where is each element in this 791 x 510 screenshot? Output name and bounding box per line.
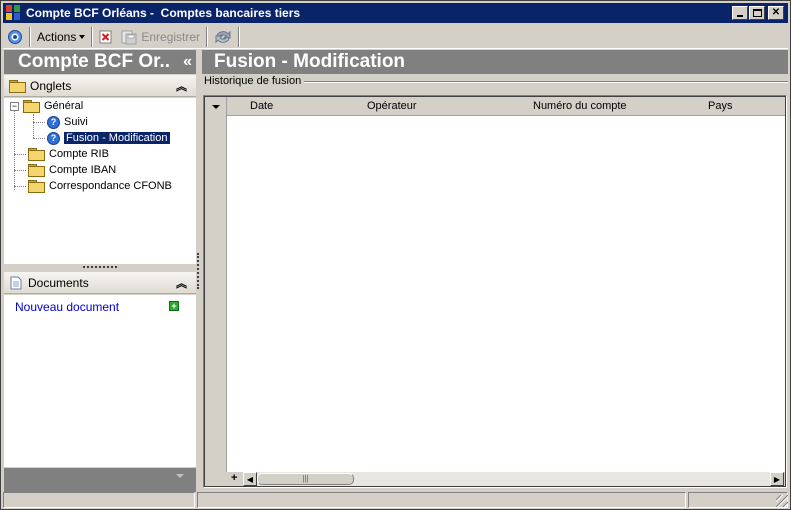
history-group-label: Historique de fusion [204, 75, 305, 87]
documents-section-header[interactable]: Documents ︽ [4, 272, 196, 294]
tabs-tree: − Général ? Suivi ? Fusion - Modificatio… [4, 98, 196, 264]
app-icon [6, 5, 22, 21]
scroll-thumb[interactable]: ||| [257, 473, 354, 485]
collapse-left-panel-button[interactable]: « [183, 50, 192, 74]
sync-icon [215, 30, 231, 43]
toolbar-separator [206, 26, 209, 47]
collapse-section-icon[interactable]: ︽ [176, 275, 187, 291]
close-button[interactable]: ✕ [768, 6, 784, 20]
status-cell [3, 492, 195, 508]
save-button[interactable]: Enregistrer [117, 26, 204, 48]
left-panel-title: Compte BCF Or.. « [4, 50, 196, 74]
chevron-down-icon[interactable] [176, 474, 184, 478]
status-bar [3, 492, 790, 509]
scroll-left-button[interactable]: ◀ [243, 472, 257, 486]
status-cell [688, 492, 788, 508]
status-cell [197, 492, 686, 508]
tabs-section-header[interactable]: Onglets ︽ [4, 75, 196, 97]
folder-icon [28, 164, 45, 177]
refresh-button[interactable] [3, 26, 27, 48]
tree-node-fusion[interactable]: ? Fusion - Modification [47, 130, 171, 146]
help-icon: ? [47, 131, 60, 145]
column-header-date[interactable]: Date [250, 100, 273, 112]
folder-icon [9, 79, 26, 93]
toolbar-separator [91, 26, 94, 47]
vertical-splitter-grip[interactable] [197, 253, 200, 289]
tree-node-correspondance[interactable]: Correspondance CFONB [28, 178, 172, 194]
collapse-node-icon[interactable]: − [10, 101, 19, 111]
chevron-down-icon [79, 34, 86, 39]
tree-node-label: Général [44, 100, 84, 112]
column-header-account-number[interactable]: Numéro du compte [533, 100, 627, 112]
close-icon: ✕ [771, 7, 781, 18]
minimize-icon [737, 15, 743, 17]
tree-node-label: Compte RIB [49, 148, 109, 160]
window-controls: ✕ [732, 6, 784, 20]
group-divider [299, 81, 788, 83]
column-header-country[interactable]: Pays [708, 100, 732, 112]
documents-section-label: Documents [28, 275, 89, 290]
column-chooser-icon[interactable] [212, 105, 220, 109]
folder-icon [28, 180, 45, 193]
tree-node-label: Fusion - Modification [63, 131, 171, 145]
grid-footer: + ◀ ||| ▶ [205, 472, 785, 486]
tree-node-label: Compte IBAN [49, 164, 117, 176]
window-title: Compte BCF Orléans - Comptes bancaires t… [26, 6, 301, 20]
toolbar-separator [29, 26, 31, 47]
tree-node-label: Suivi [64, 116, 88, 128]
refresh-circle-icon [8, 29, 22, 44]
tree-node-label: Correspondance CFONB [49, 180, 172, 192]
horizontal-scrollbar[interactable]: ◀ ||| ▶ [243, 472, 784, 486]
tabs-section-label: Onglets [30, 78, 72, 93]
document-icon [10, 276, 22, 289]
actions-label: Actions [37, 29, 77, 44]
column-header-operator[interactable]: Opérateur [367, 100, 417, 112]
title-bar: Compte BCF Orléans - Comptes bancaires t… [3, 3, 788, 23]
save-icon [121, 30, 137, 44]
tree-node-compte-iban[interactable]: Compte IBAN [28, 162, 116, 178]
toolbar-separator [238, 26, 241, 47]
tree-node-compte-rib[interactable]: Compte RIB [28, 146, 109, 162]
save-label: Enregistrer [141, 29, 201, 44]
history-grid: Date Opérateur Numéro du compte Pays + ◀… [203, 95, 787, 488]
add-icon[interactable]: + [169, 301, 179, 311]
tree-node-general[interactable]: − Général [10, 98, 83, 114]
toolbar: Actions Enregistrer [3, 25, 788, 49]
row-selector-column [205, 97, 227, 473]
page-title: Fusion - Modification [202, 50, 788, 74]
main-window: Compte BCF Orléans - Comptes bancaires t… [0, 0, 791, 510]
sync-button[interactable] [210, 26, 236, 48]
resize-grip-icon[interactable] [776, 495, 788, 507]
account-name-title: Compte BCF Or.. [18, 51, 171, 72]
folder-icon [23, 100, 40, 113]
add-row-button[interactable]: + [231, 472, 237, 484]
new-document-link[interactable]: Nouveau document [15, 300, 119, 314]
folder-icon [28, 148, 45, 161]
tree-node-suivi[interactable]: ? Suivi [47, 114, 88, 130]
left-panel-footer [4, 468, 196, 492]
horizontal-splitter-grip[interactable] [83, 266, 117, 269]
actions-menu-button[interactable]: Actions [33, 26, 89, 48]
collapse-section-icon[interactable]: ︽ [176, 78, 187, 94]
maximize-button[interactable] [749, 6, 765, 20]
grid-header: Date Opérateur Numéro du compte Pays [205, 97, 785, 116]
scroll-right-button[interactable]: ▶ [770, 472, 784, 486]
delete-icon [99, 30, 112, 43]
maximize-icon [752, 9, 762, 17]
minimize-button[interactable] [732, 6, 748, 20]
documents-panel: Nouveau document + [4, 295, 196, 467]
delete-button[interactable] [95, 26, 117, 48]
help-icon: ? [47, 115, 60, 129]
